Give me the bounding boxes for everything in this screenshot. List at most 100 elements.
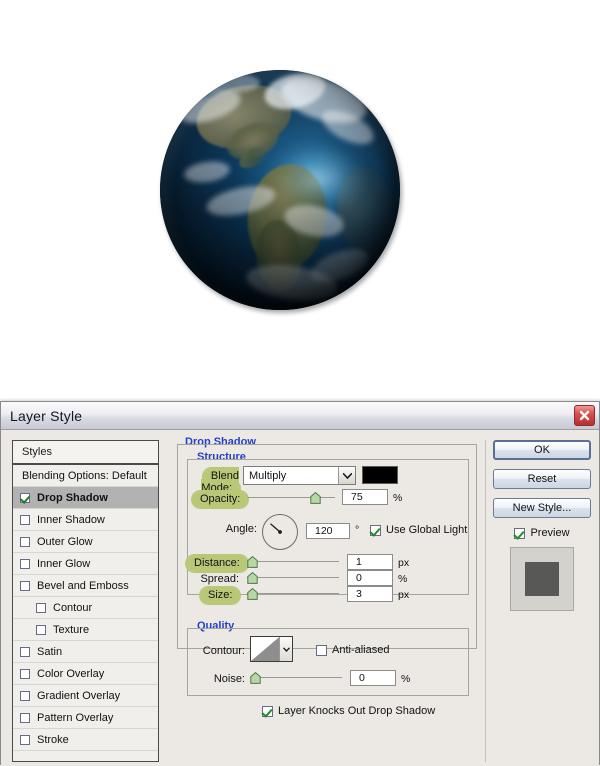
style-item-checkbox[interactable] — [20, 558, 30, 569]
drop-shadow-options-pane: Drop Shadow Structure Blend Mode: Multip… — [177, 436, 477, 762]
style-item-checkbox[interactable] — [20, 712, 30, 723]
layer-knocks-out-row[interactable]: Layer Knocks Out Drop Shadow — [262, 705, 435, 717]
style-list-item[interactable]: Inner Shadow — [13, 509, 158, 531]
style-item-label: Color Overlay — [37, 667, 105, 680]
size-input[interactable]: 3 — [347, 586, 393, 602]
distance-slider[interactable] — [247, 555, 339, 568]
style-item-label: Texture — [53, 623, 90, 636]
style-list-item[interactable]: Pattern Overlay — [13, 707, 158, 729]
contour-chevron-down-icon[interactable] — [279, 637, 292, 661]
distance-slider-track — [247, 561, 339, 562]
reset-button[interactable]: Reset — [493, 469, 591, 489]
style-list-item[interactable]: Contour — [13, 597, 158, 619]
style-item-label: Inner Glow — [37, 557, 91, 570]
angle-dial[interactable] — [262, 514, 298, 550]
style-item-label: Inner Shadow — [37, 513, 105, 526]
globe-image — [160, 70, 402, 342]
opacity-input[interactable]: 75 — [342, 489, 388, 505]
style-list-item[interactable]: Satin — [13, 641, 158, 663]
anti-aliased-checkbox[interactable] — [316, 644, 327, 656]
dialog-titlebar[interactable]: Layer Style — [1, 402, 599, 430]
noise-input[interactable]: 0 — [350, 670, 396, 686]
opacity-slider-thumb[interactable] — [310, 491, 321, 504]
style-item-checkbox[interactable] — [20, 668, 30, 679]
style-item-checkbox[interactable] — [36, 602, 46, 613]
use-global-light-row[interactable]: Use Global Light — [370, 524, 467, 536]
anti-aliased-row[interactable]: Anti-aliased — [316, 644, 389, 656]
spread-slider-thumb[interactable] — [247, 571, 258, 584]
noise-slider-track — [250, 677, 342, 678]
spread-label: Spread: — [200, 573, 239, 585]
style-item-checkbox[interactable] — [20, 734, 30, 745]
spread-slider[interactable] — [247, 571, 339, 584]
preview-row[interactable]: Preview — [493, 527, 591, 539]
style-item-label: Drop Shadow — [37, 491, 108, 504]
style-item-label: Bevel and Emboss — [37, 579, 129, 592]
chevron-down-icon[interactable] — [338, 467, 355, 484]
dialog-title: Layer Style — [10, 407, 83, 424]
contour-label: Contour: — [202, 645, 245, 657]
layer-knocks-out-label: Layer Knocks Out Drop Shadow — [278, 705, 436, 717]
style-list-item[interactable]: Texture — [13, 619, 158, 641]
blend-mode-select[interactable]: Multiply — [243, 466, 356, 485]
layer-knocks-out-checkbox[interactable] — [262, 705, 273, 717]
style-item-checkbox[interactable] — [36, 624, 46, 635]
size-slider[interactable] — [247, 587, 339, 600]
layer-style-dialog: Layer Style Styles Blending Options: Def… — [0, 401, 600, 766]
spread-input[interactable]: 0 — [347, 570, 393, 586]
noise-slider[interactable] — [250, 671, 342, 684]
style-item-checkbox[interactable] — [20, 514, 30, 525]
blend-mode-label: Blend Mode: — [201, 469, 239, 496]
opacity-slider[interactable] — [247, 491, 335, 504]
style-list-item[interactable]: Stroke — [13, 729, 158, 751]
noise-slider-thumb[interactable] — [250, 671, 261, 684]
preview-label: Preview — [530, 527, 570, 539]
opacity-label: Opacity: — [193, 492, 248, 507]
style-list-item[interactable]: Blending Options: Default — [13, 465, 158, 487]
earth-sphere — [160, 70, 400, 310]
style-list-item[interactable]: Color Overlay — [13, 663, 158, 685]
distance-input[interactable]: 1 — [347, 554, 393, 570]
ok-button[interactable]: OK — [493, 440, 591, 460]
style-item-checkbox[interactable] — [20, 690, 30, 701]
shadow-color-swatch[interactable] — [362, 466, 398, 484]
new-style-button[interactable]: New Style... — [493, 498, 591, 518]
styles-list[interactable]: Blending Options: Default Drop Shadow Inne… — [13, 465, 158, 751]
style-item-checkbox[interactable] — [20, 580, 30, 591]
style-list-item[interactable]: Outer Glow — [13, 531, 158, 553]
use-global-light-label: Use Global Light — [386, 524, 468, 536]
distance-unit: px — [398, 557, 410, 569]
style-item-label: Stroke — [37, 733, 69, 746]
style-list-item[interactable]: Gradient Overlay — [13, 685, 158, 707]
style-list-item[interactable]: Inner Glow — [13, 553, 158, 575]
distance-slider-thumb[interactable] — [247, 555, 258, 568]
noise-label: Noise: — [213, 673, 245, 685]
close-icon[interactable] — [574, 405, 595, 426]
distance-label: Distance: — [187, 556, 247, 571]
preview-thumbnail — [510, 547, 574, 611]
use-global-light-checkbox[interactable] — [370, 524, 381, 536]
opacity-unit: % — [393, 492, 403, 504]
opacity-slider-track — [247, 497, 335, 498]
pane-divider — [485, 440, 486, 762]
style-item-label: Outer Glow — [37, 535, 93, 548]
size-label: Size: — [201, 588, 240, 603]
style-list-item[interactable]: Drop Shadow — [13, 487, 158, 509]
style-list-item[interactable]: Bevel and Emboss — [13, 575, 158, 597]
style-item-checkbox[interactable] — [20, 492, 30, 503]
contour-preset-picker[interactable] — [250, 636, 293, 662]
dialog-buttons-column: OK Reset New Style... Preview — [493, 440, 591, 611]
spread-slider-track — [247, 577, 339, 578]
style-item-label: Contour — [53, 601, 93, 614]
angle-input[interactable]: 120 — [306, 523, 350, 539]
angle-label: Angle: — [225, 523, 257, 535]
style-item-checkbox[interactable] — [20, 536, 30, 547]
contour-curve-icon — [251, 637, 280, 661]
blend-mode-value: Multiply — [249, 469, 287, 482]
canvas-area — [0, 0, 600, 400]
style-item-checkbox[interactable] — [20, 646, 30, 657]
anti-aliased-label: Anti-aliased — [332, 644, 390, 656]
size-slider-thumb[interactable] — [247, 587, 258, 600]
style-item-label: Blending Options: Default — [22, 469, 147, 482]
preview-checkbox[interactable] — [514, 527, 526, 539]
